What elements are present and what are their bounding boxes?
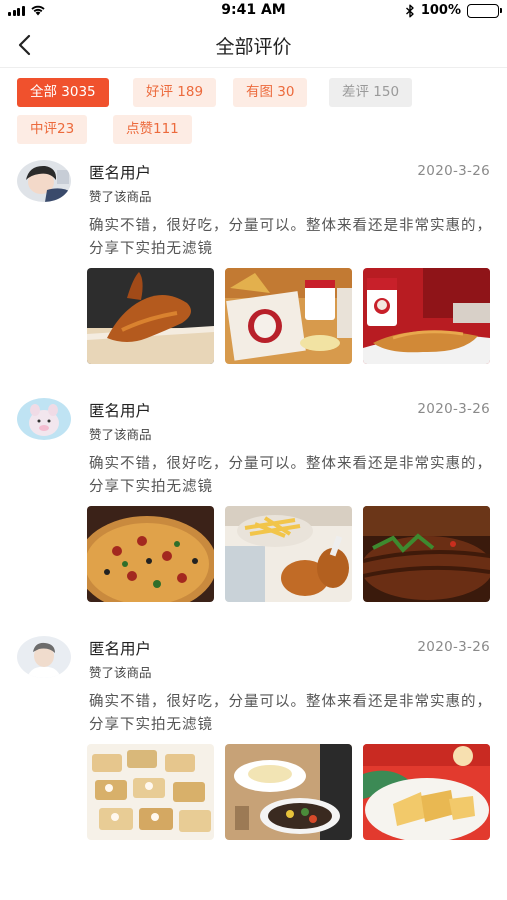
review-liked-label: 赞了该商品 xyxy=(89,189,152,204)
review-username: 匿名用户 xyxy=(89,640,152,658)
avatar xyxy=(17,398,71,440)
battery-icon xyxy=(467,3,502,18)
battery-percent: 100% xyxy=(420,3,461,18)
review-item: 匿名用户 2020-3-26 赞了该商品 确实不错，很好吃，分量可以。整体来看还… xyxy=(0,636,507,866)
nav-bar: 全部评价 xyxy=(0,22,507,68)
review-date: 2020-3-26 xyxy=(417,163,490,179)
avatar xyxy=(17,160,71,202)
review-username: 匿名用户 xyxy=(89,402,152,420)
review-item: 匿名用户 2020-3-26 赞了该商品 确实不错，很好吃，分量可以。整体来看还… xyxy=(0,398,507,628)
filter-likes[interactable]: 点赞111 xyxy=(113,115,192,144)
bluetooth-icon xyxy=(405,4,414,17)
review-photo[interactable] xyxy=(225,506,352,602)
filter-all[interactable]: 全部 3035 xyxy=(17,78,109,107)
filter-positive[interactable]: 好评 189 xyxy=(133,78,217,107)
review-username: 匿名用户 xyxy=(89,164,152,182)
avatar xyxy=(17,636,71,678)
review-photo[interactable] xyxy=(87,744,214,840)
review-text: 确实不错，很好吃，分量可以。整体来看还是非常实惠的，分享下实拍无滤镜 xyxy=(89,694,492,733)
review-photo[interactable] xyxy=(363,744,490,840)
review-item: 匿名用户 2020-3-26 赞了该商品 确实不错，很好吃，分量可以。整体来看还… xyxy=(0,160,507,390)
review-photo[interactable] xyxy=(87,506,214,602)
review-text: 确实不错，很好吃，分量可以。整体来看还是非常实惠的，分享下实拍无滤镜 xyxy=(89,218,492,257)
filter-with-photos[interactable]: 有图 30 xyxy=(233,78,308,107)
review-date: 2020-3-26 xyxy=(417,401,490,417)
review-photo[interactable] xyxy=(225,268,352,364)
review-photo[interactable] xyxy=(87,268,214,364)
review-photo[interactable] xyxy=(225,744,352,840)
status-bar: 9:41 AM 100% xyxy=(0,0,507,22)
review-photo[interactable] xyxy=(363,268,490,364)
review-liked-label: 赞了该商品 xyxy=(89,665,152,680)
page-title: 全部评价 xyxy=(215,36,292,58)
review-date: 2020-3-26 xyxy=(417,639,490,655)
review-liked-label: 赞了该商品 xyxy=(89,427,152,442)
filter-neutral[interactable]: 中评23 xyxy=(17,115,88,144)
review-text: 确实不错，很好吃，分量可以。整体来看还是非常实惠的，分享下实拍无滤镜 xyxy=(89,456,492,495)
filter-negative[interactable]: 差评 150 xyxy=(329,78,413,107)
review-photo[interactable] xyxy=(363,506,490,602)
